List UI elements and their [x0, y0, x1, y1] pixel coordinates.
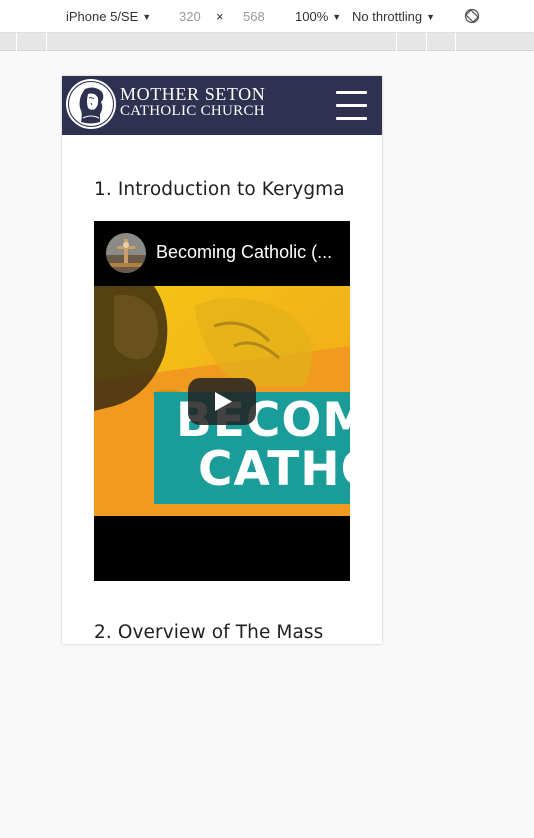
media-query-bar[interactable]: [0, 33, 534, 51]
logo-line-1: MOTHER SETON: [120, 84, 266, 104]
hamburger-menu-icon[interactable]: [336, 91, 367, 121]
device-name: iPhone 5/SE: [66, 9, 139, 24]
height-input[interactable]: 568: [243, 9, 265, 24]
site-header: MOTHER SETON CATHOLIC CHURCH: [62, 76, 382, 135]
channel-avatar-image: [106, 233, 146, 273]
rotate-icon[interactable]: [464, 8, 480, 24]
zoom-value: 100%: [295, 9, 329, 24]
section-title-kerygma: 1. Introduction to Kerygma: [94, 179, 345, 200]
throttling-value: No throttling: [352, 9, 423, 24]
video-player[interactable]: Becoming Catholic (... BECO: [94, 221, 350, 581]
zoom-select[interactable]: 100% ▼: [295, 9, 341, 24]
site-logo-text[interactable]: MOTHER SETON CATHOLIC CHURCH: [120, 85, 265, 119]
thumbnail-text-line-2: CATHO: [198, 442, 350, 497]
device-viewport: MOTHER SETON CATHOLIC CHURCH 1. Introduc…: [62, 76, 382, 644]
throttling-select[interactable]: No throttling ▼: [352, 9, 435, 24]
section-title-mass: 2. Overview of The Mass: [94, 622, 324, 643]
dimension-separator: ×: [216, 9, 224, 24]
video-title[interactable]: Becoming Catholic (...: [156, 242, 332, 263]
devtools-device-toolbar: iPhone 5/SE ▼ 320 × 568 100% ▼ No throttli…: [0, 0, 534, 33]
width-input[interactable]: 320: [179, 9, 201, 24]
play-icon[interactable]: [188, 378, 256, 425]
logo-line-2: CATHOLIC CHURCH: [120, 103, 265, 119]
device-select[interactable]: iPhone 5/SE ▼: [66, 9, 151, 24]
chevron-down-icon: ▼: [142, 12, 152, 22]
channel-avatar[interactable]: [106, 233, 146, 273]
chevron-down-icon: ▼: [426, 12, 436, 22]
chevron-down-icon: ▼: [332, 12, 342, 22]
saint-emblem-icon[interactable]: [65, 78, 117, 130]
